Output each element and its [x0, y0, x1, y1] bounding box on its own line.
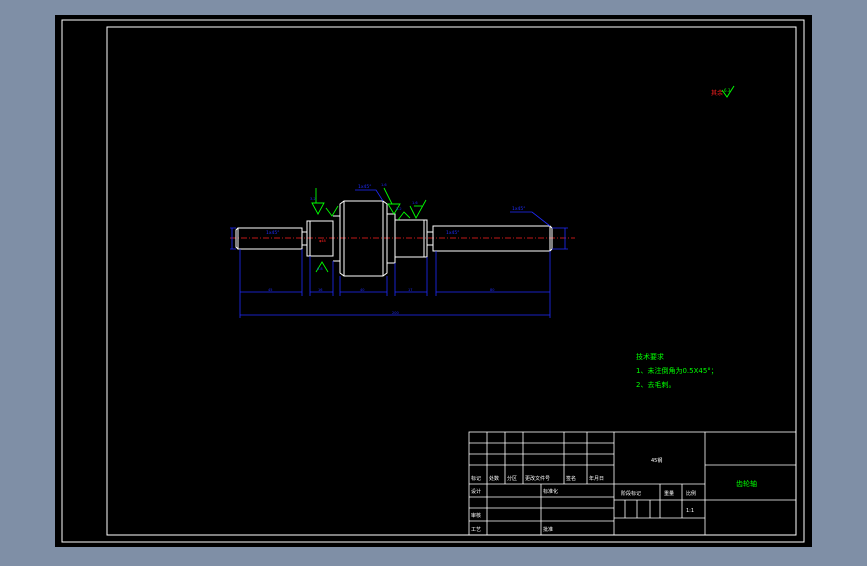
left-shaft-label: 1x45° — [266, 230, 280, 236]
header-mark: 标记 — [471, 475, 481, 482]
approve-label: 批准 — [543, 526, 553, 533]
header-signature: 签名 — [566, 475, 576, 482]
tech-notes-line-1: 1、未注倒角为0.5X45°； — [636, 366, 718, 375]
length-label-3: 40 — [360, 288, 364, 292]
scale-label: 比例 — [686, 490, 696, 497]
roughness-value-2: 1.6 — [381, 183, 387, 187]
roughness-value-1: 3.2 — [310, 197, 316, 201]
roughness-note-symbol: 其余 — [711, 89, 723, 97]
roughness-value-5: 3.2 — [396, 207, 402, 211]
chamfer-label-top-right: 1x45° — [512, 206, 526, 212]
length-label-4: 17 — [408, 288, 412, 292]
drawing-background — [55, 15, 812, 547]
chamfer-label-top-left: 1x45° — [358, 184, 372, 190]
tech-notes-heading: 技术要求 — [636, 352, 664, 361]
cad-drawing-canvas: 其余 6.3 1x45° 1x45° 1x45° 1x45° φ48 3.2 1… — [0, 0, 867, 562]
header-change-doc: 更改文件号 — [525, 475, 550, 482]
drawing-svg: 其余 6.3 1x45° 1x45° 1x45° 1x45° φ48 3.2 1… — [55, 15, 812, 547]
roughness-note-value: 6.3 — [724, 88, 731, 93]
drawing-number: 45钢 — [651, 457, 662, 464]
length-label-5: 80 — [490, 288, 494, 292]
tech-notes-line-2: 2、去毛刺。 — [636, 380, 675, 389]
length-label-1: 45 — [268, 288, 272, 292]
weight-label: 重量 — [664, 490, 674, 497]
length-label-2: 16 — [318, 288, 322, 292]
center-diameter-label: φ48 — [319, 239, 326, 243]
right-shaft-label: 1x45° — [446, 230, 460, 236]
stage-label: 阶段标记 — [621, 490, 641, 497]
header-zone: 分区 — [507, 475, 517, 482]
part-name: 齿轮轴 — [736, 479, 757, 488]
roughness-value-3: 1.6 — [412, 201, 418, 205]
standard-label: 标准化 — [543, 488, 558, 495]
designer-label: 设计 — [471, 488, 481, 495]
header-date: 年月日 — [589, 475, 604, 482]
roughness-value-4: 0.8 — [317, 267, 323, 271]
scale-value: 1:1 — [686, 508, 694, 514]
process-label: 工艺 — [471, 527, 481, 533]
header-count: 处数 — [489, 475, 499, 482]
total-length-label: 200 — [392, 311, 399, 315]
review-label: 审核 — [471, 512, 481, 519]
